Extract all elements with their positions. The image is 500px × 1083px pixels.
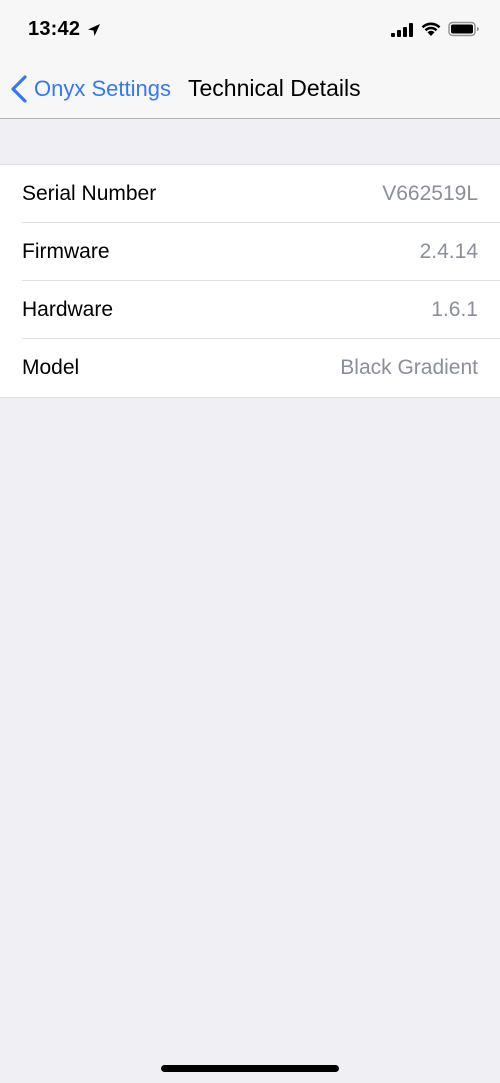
home-indicator[interactable] [161,1065,339,1072]
row-value: Black Gradient [340,356,478,379]
row-value: V662519L [382,182,478,205]
back-button[interactable]: Onyx Settings [10,72,171,106]
details-row-model: Model Black Gradient [0,339,500,397]
row-value: 1.6.1 [431,298,478,321]
top-bar: 13:42 Onyx Settings Technical Details [0,0,500,119]
page-title: Technical Details [188,75,361,101]
location-arrow-icon [88,24,100,36]
cellular-signal-icon [391,23,413,37]
row-label: Model [22,356,80,379]
status-bar: 13:42 [0,0,500,62]
chevron-left-icon [11,75,27,103]
details-row-hardware: Hardware 1.6.1 [0,281,500,339]
status-time: 13:42 [28,18,81,40]
row-label: Serial Number [22,182,157,205]
row-value: 2.4.14 [419,240,478,263]
battery-icon [448,21,479,37]
row-label: Hardware [22,298,114,321]
details-row-firmware: Firmware 2.4.14 [0,223,500,281]
wifi-icon [421,22,441,36]
back-button-label: Onyx Settings [34,76,171,101]
details-table: Serial Number V662519L Firmware 2.4.14 H… [0,164,500,398]
row-label: Firmware [22,240,110,263]
details-row-serial-number: Serial Number V662519L [0,165,500,223]
navigation-bar: Onyx Settings Technical Details [0,62,500,118]
